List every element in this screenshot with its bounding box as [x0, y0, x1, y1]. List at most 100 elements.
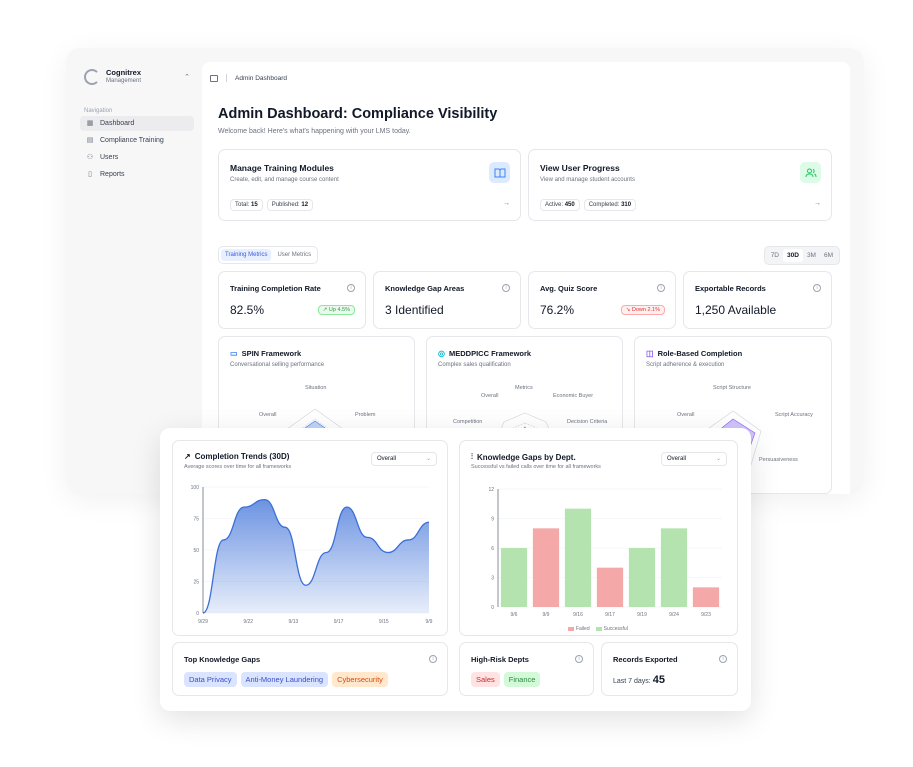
breadcrumb: Admin Dashboard [235, 74, 288, 82]
card-title: Manage Training Modules [230, 163, 334, 173]
arrow-right-icon[interactable]: → [814, 200, 821, 207]
users-icon [800, 162, 821, 183]
radar-label: Decision Criteria [567, 419, 608, 425]
knowledge-gaps-chart: 0 3 6 9 12 9/6 9/9 9/16 9/17 9/19 9/24 9/23 [488, 487, 722, 618]
card-title: Top Knowledge Gaps [184, 655, 261, 664]
gap-tag[interactable]: Anti-Money Laundering [240, 672, 329, 687]
target-icon: ◎ [438, 349, 445, 358]
sidebar-item-reports[interactable]: ▯ Reports [80, 167, 194, 182]
sidebar-item-label: Reports [100, 171, 125, 178]
dept-tag[interactable]: Sales [471, 672, 500, 687]
total-pill: Total: 15 [230, 199, 263, 211]
range-6m[interactable]: 6M [820, 249, 837, 262]
pill-label: Active: [545, 202, 564, 208]
framework-select[interactable]: Overall ⌄ [661, 452, 727, 466]
chart-subtitle: Average scores over time for all framewo… [184, 464, 292, 470]
x-tick-label: 9/16 [573, 612, 583, 618]
legend-label: Failed [576, 626, 590, 632]
card-subtitle: Create, edit, and manage course content [230, 177, 339, 183]
metric-card-completion-rate: Training Completion Rate i 82.5% ↗ Up 4.… [218, 271, 366, 329]
card-subtitle: Script adherence & execution [646, 362, 725, 368]
legend-swatch [568, 626, 574, 631]
metric-title: Avg. Quiz Score [540, 284, 598, 293]
info-icon[interactable]: i [719, 655, 727, 663]
x-tick-label: 9/23 [701, 612, 711, 618]
x-tick-label: 9/29 [198, 619, 208, 625]
bar [532, 528, 560, 607]
card-title: MEDDPICC Framework [448, 349, 532, 358]
card-title: High-Risk Depts [471, 655, 529, 664]
trend-up-icon: ↗ [184, 452, 191, 461]
gap-tag[interactable]: Cybersecurity [332, 672, 388, 687]
brand-switcher[interactable]: Cognitrex Management ⌃ [84, 68, 194, 86]
radar-label: Script Accuracy [775, 412, 813, 418]
radar-label: Overall [481, 393, 499, 399]
sidebar-item-users[interactable]: ⚇ Users [80, 150, 194, 165]
card-title: SPIN Framework [241, 349, 302, 358]
x-tick-label: 9/24 [669, 612, 679, 618]
chart-subtitle: Successful vs failed calls over time for… [471, 464, 601, 470]
y-tick-label: 12 [488, 487, 494, 493]
info-icon[interactable]: i [657, 284, 665, 292]
chat-icon: ▭ [230, 349, 238, 358]
radar-label: Persuasiveness [759, 457, 798, 463]
tab-training-metrics[interactable]: Training Metrics [221, 249, 272, 261]
records-value: 45 [652, 674, 665, 686]
info-icon[interactable]: i [347, 284, 355, 292]
info-icon[interactable]: i [813, 284, 821, 292]
tab-user-metrics[interactable]: User Metrics [273, 249, 315, 261]
dept-tag[interactable]: Finance [503, 672, 541, 687]
pill-label: Published: [271, 202, 300, 208]
metric-value: 1,250 Available [695, 303, 777, 317]
user-progress-card[interactable]: View User Progress View and manage stude… [528, 149, 832, 221]
brand-logo-icon [84, 69, 100, 85]
range-30d[interactable]: 30D [783, 249, 803, 262]
chart-title: Completion Trends (30D) [194, 452, 290, 461]
y-tick-label: 9 [491, 517, 494, 523]
info-icon[interactable]: i [575, 655, 583, 663]
sidebar-item-compliance-training[interactable]: ▤ Compliance Training [80, 133, 194, 148]
pill-value: 310 [621, 202, 632, 208]
bar [660, 528, 688, 607]
gap-tag[interactable]: Data Privacy [184, 672, 237, 687]
x-tick-label: 9/17 [334, 619, 344, 625]
sidebar-toggle-icon[interactable] [210, 74, 218, 82]
metric-value: 3 Identified [385, 303, 444, 317]
high-risk-depts-card: High-Risk Depts i Sales Finance [459, 642, 594, 696]
sidebar-item-label: Compliance Training [100, 137, 164, 144]
divider [226, 74, 227, 82]
knowledge-gaps-card: ⫶ Knowledge Gaps by Dept. Successful vs f… [459, 440, 738, 636]
chevron-updown-icon: ⌃ [184, 74, 190, 81]
pill-label: Total: [235, 202, 250, 208]
chevron-down-icon: ⌄ [715, 456, 721, 462]
sidebar-item-label: Users [100, 154, 119, 161]
range-selector: 7D 30D 3M 6M [763, 246, 840, 265]
x-tick-label: 9/17 [605, 612, 615, 618]
manage-modules-card[interactable]: Manage Training Modules Create, edit, an… [218, 149, 521, 221]
chart-title: Knowledge Gaps by Dept. [477, 452, 576, 462]
x-tick-label: 9/15 [379, 619, 389, 625]
range-7d[interactable]: 7D [767, 249, 783, 262]
framework-select[interactable]: Overall ⌄ [371, 452, 437, 466]
info-icon[interactable]: i [429, 655, 437, 663]
brand-name: Cognitrex [106, 68, 142, 77]
sidebar-item-dashboard[interactable]: ▦ Dashboard [80, 116, 194, 131]
y-tick-label: 3 [491, 576, 494, 582]
metric-title: Knowledge Gap Areas [385, 284, 465, 293]
grid-icon: ▦ [86, 119, 94, 127]
legend-item-successful: Successful [595, 626, 628, 632]
radar-label: Overall [677, 412, 695, 418]
y-tick-label: 6 [491, 546, 494, 552]
metric-card-exportable-records: Exportable Records i 1,250 Available [683, 271, 832, 329]
card-title: Records Exported [613, 655, 678, 664]
records-label: Last 7 days: [613, 678, 651, 685]
metric-value: 82.5% [230, 303, 265, 317]
completed-pill: Completed: 310 [583, 199, 637, 211]
pill-value: 12 [301, 202, 309, 208]
arrow-right-icon[interactable]: → [503, 200, 510, 207]
delta-badge: ↗ Up 4.5% [317, 305, 355, 315]
select-value: Overall [377, 456, 397, 462]
range-3m[interactable]: 3M [803, 249, 820, 262]
chevron-down-icon: ⌄ [425, 456, 431, 462]
info-icon[interactable]: i [502, 284, 510, 292]
